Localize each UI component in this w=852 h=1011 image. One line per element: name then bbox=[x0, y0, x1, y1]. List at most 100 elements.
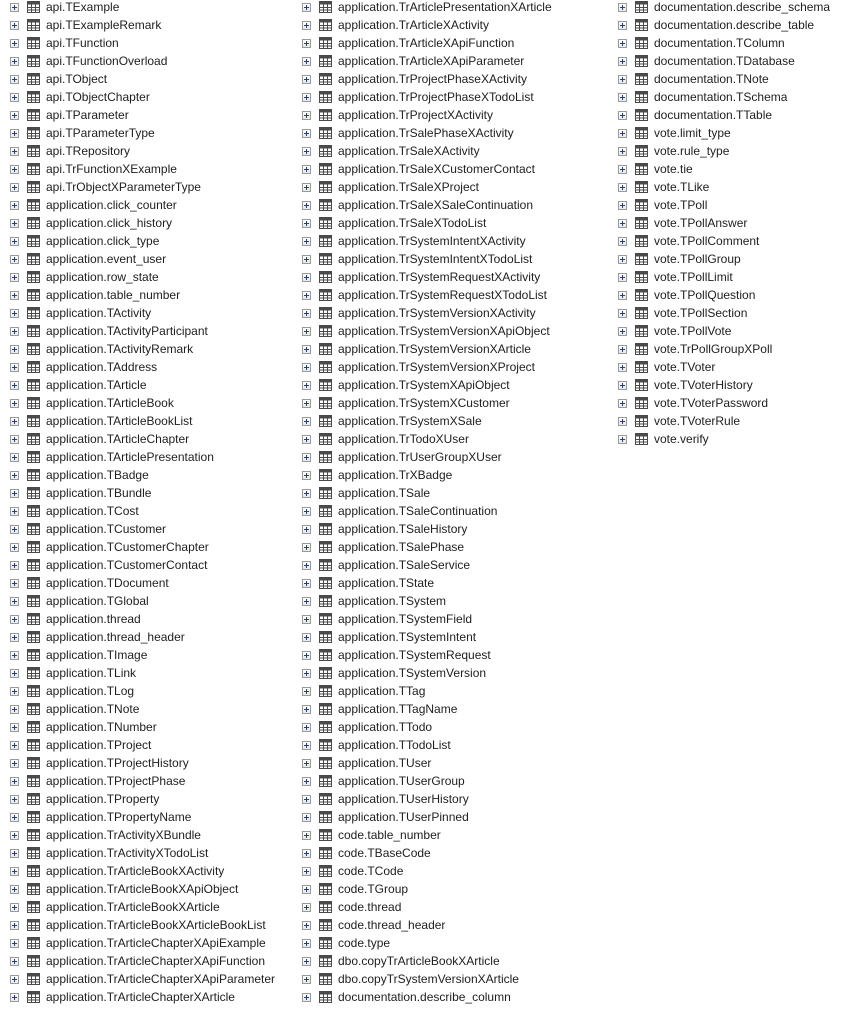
expand-plus-icon[interactable] bbox=[10, 326, 19, 336]
expand-plus-icon[interactable] bbox=[10, 236, 19, 246]
tree-node-table[interactable]: application.TNumber bbox=[10, 718, 275, 736]
tree-node-table[interactable]: application.TArticlePresentation bbox=[10, 448, 275, 466]
expand-plus-icon[interactable] bbox=[10, 668, 19, 678]
tree-node-table[interactable]: application.TrSalePhaseXActivity bbox=[302, 124, 552, 142]
expand-plus-icon[interactable] bbox=[302, 830, 311, 840]
expand-plus-icon[interactable] bbox=[302, 434, 311, 444]
tree-node-table[interactable]: application.TSale bbox=[302, 484, 552, 502]
tree-node-table[interactable]: application.TBundle bbox=[10, 484, 275, 502]
expand-plus-icon[interactable] bbox=[10, 56, 19, 66]
tree-node-table[interactable]: application.TrSystemRequestXActivity bbox=[302, 268, 552, 286]
expand-plus-icon[interactable] bbox=[302, 848, 311, 858]
tree-node-table[interactable]: application.TrSystemIntentXTodoList bbox=[302, 250, 552, 268]
expand-plus-icon[interactable] bbox=[10, 578, 19, 588]
expand-plus-icon[interactable] bbox=[10, 398, 19, 408]
tree-node-table[interactable]: application.TArticleBookList bbox=[10, 412, 275, 430]
tree-node-table[interactable]: vote.TVoterHistory bbox=[618, 376, 830, 394]
expand-plus-icon[interactable] bbox=[302, 992, 311, 1002]
expand-plus-icon[interactable] bbox=[618, 200, 627, 210]
expand-plus-icon[interactable] bbox=[10, 92, 19, 102]
expand-plus-icon[interactable] bbox=[302, 146, 311, 156]
tree-node-table[interactable]: application.TrSystemVersionXActivity bbox=[302, 304, 552, 322]
expand-plus-icon[interactable] bbox=[10, 488, 19, 498]
expand-plus-icon[interactable] bbox=[618, 290, 627, 300]
expand-plus-icon[interactable] bbox=[302, 416, 311, 426]
tree-node-table[interactable]: application.TSalePhase bbox=[302, 538, 552, 556]
expand-plus-icon[interactable] bbox=[302, 524, 311, 534]
expand-plus-icon[interactable] bbox=[618, 74, 627, 84]
tree-node-table[interactable]: application.TAddress bbox=[10, 358, 275, 376]
tree-node-table[interactable]: application.TrSaleXActivity bbox=[302, 142, 552, 160]
tree-node-table[interactable]: code.TGroup bbox=[302, 880, 552, 898]
expand-plus-icon[interactable] bbox=[618, 92, 627, 102]
tree-node-table[interactable]: application.TSystemRequest bbox=[302, 646, 552, 664]
tree-node-table[interactable]: application.TArticleBook bbox=[10, 394, 275, 412]
tree-node-table[interactable]: application.TBadge bbox=[10, 466, 275, 484]
tree-node-table[interactable]: application.TSystem bbox=[302, 592, 552, 610]
tree-node-table[interactable]: vote.TPollGroup bbox=[618, 250, 830, 268]
tree-node-table[interactable]: application.TLink bbox=[10, 664, 275, 682]
expand-plus-icon[interactable] bbox=[10, 416, 19, 426]
tree-node-table[interactable]: application.TrSystemVersionXArticle bbox=[302, 340, 552, 358]
tree-node-table[interactable]: application.TNote bbox=[10, 700, 275, 718]
expand-plus-icon[interactable] bbox=[10, 434, 19, 444]
expand-plus-icon[interactable] bbox=[618, 272, 627, 282]
expand-plus-icon[interactable] bbox=[302, 632, 311, 642]
tree-node-table[interactable]: application.click_type bbox=[10, 232, 275, 250]
expand-plus-icon[interactable] bbox=[302, 362, 311, 372]
expand-plus-icon[interactable] bbox=[618, 2, 627, 12]
expand-plus-icon[interactable] bbox=[618, 308, 627, 318]
expand-plus-icon[interactable] bbox=[10, 380, 19, 390]
tree-node-table[interactable]: application.TProperty bbox=[10, 790, 275, 808]
expand-plus-icon[interactable] bbox=[618, 56, 627, 66]
tree-node-table[interactable]: application.TCustomerContact bbox=[10, 556, 275, 574]
expand-plus-icon[interactable] bbox=[10, 884, 19, 894]
expand-plus-icon[interactable] bbox=[10, 830, 19, 840]
tree-node-table[interactable]: vote.TPollQuestion bbox=[618, 286, 830, 304]
expand-plus-icon[interactable] bbox=[302, 470, 311, 480]
tree-node-table[interactable]: application.TrSystemRequestXTodoList bbox=[302, 286, 552, 304]
tree-node-table[interactable]: application.TrProjectPhaseXTodoList bbox=[302, 88, 552, 106]
tree-node-table[interactable]: application.TActivityParticipant bbox=[10, 322, 275, 340]
expand-plus-icon[interactable] bbox=[10, 596, 19, 606]
tree-node-table[interactable]: application.TSystemField bbox=[302, 610, 552, 628]
tree-node-table[interactable]: application.TGlobal bbox=[10, 592, 275, 610]
tree-node-table[interactable]: application.click_counter bbox=[10, 196, 275, 214]
tree-node-table[interactable]: application.TSaleContinuation bbox=[302, 502, 552, 520]
expand-plus-icon[interactable] bbox=[618, 236, 627, 246]
tree-node-table[interactable]: application.TrSaleXSaleContinuation bbox=[302, 196, 552, 214]
tree-node-table[interactable]: application.TProjectHistory bbox=[10, 754, 275, 772]
expand-plus-icon[interactable] bbox=[10, 542, 19, 552]
tree-node-table[interactable]: vote.verify bbox=[618, 430, 830, 448]
tree-node-table[interactable]: application.TrArticleChapterXApiFunction bbox=[10, 952, 275, 970]
tree-node-table[interactable]: code.type bbox=[302, 934, 552, 952]
tree-node-table[interactable]: vote.TPollAnswer bbox=[618, 214, 830, 232]
expand-plus-icon[interactable] bbox=[302, 542, 311, 552]
expand-plus-icon[interactable] bbox=[10, 848, 19, 858]
expand-plus-icon[interactable] bbox=[618, 218, 627, 228]
tree-node-table[interactable]: application.TrXBadge bbox=[302, 466, 552, 484]
expand-plus-icon[interactable] bbox=[302, 650, 311, 660]
tree-node-table[interactable]: application.TLog bbox=[10, 682, 275, 700]
tree-node-table[interactable]: application.TUserHistory bbox=[302, 790, 552, 808]
tree-node-table[interactable]: vote.TLike bbox=[618, 178, 830, 196]
expand-plus-icon[interactable] bbox=[302, 398, 311, 408]
tree-node-table[interactable]: api.TExampleRemark bbox=[10, 16, 275, 34]
tree-node-table[interactable]: vote.TVoter bbox=[618, 358, 830, 376]
expand-plus-icon[interactable] bbox=[302, 722, 311, 732]
expand-plus-icon[interactable] bbox=[302, 758, 311, 768]
expand-plus-icon[interactable] bbox=[302, 812, 311, 822]
expand-plus-icon[interactable] bbox=[618, 398, 627, 408]
tree-node-table[interactable]: application.TSaleService bbox=[302, 556, 552, 574]
expand-plus-icon[interactable] bbox=[10, 776, 19, 786]
tree-node-table[interactable]: documentation.describe_column bbox=[302, 988, 552, 1006]
expand-plus-icon[interactable] bbox=[302, 92, 311, 102]
tree-node-table[interactable]: application.TrSystemVersionXProject bbox=[302, 358, 552, 376]
tree-node-table[interactable]: application.TTag bbox=[302, 682, 552, 700]
expand-plus-icon[interactable] bbox=[302, 776, 311, 786]
expand-plus-icon[interactable] bbox=[302, 488, 311, 498]
tree-node-table[interactable]: api.TrObjectXParameterType bbox=[10, 178, 275, 196]
tree-node-table[interactable]: documentation.TTable bbox=[618, 106, 830, 124]
expand-plus-icon[interactable] bbox=[302, 686, 311, 696]
expand-plus-icon[interactable] bbox=[302, 56, 311, 66]
